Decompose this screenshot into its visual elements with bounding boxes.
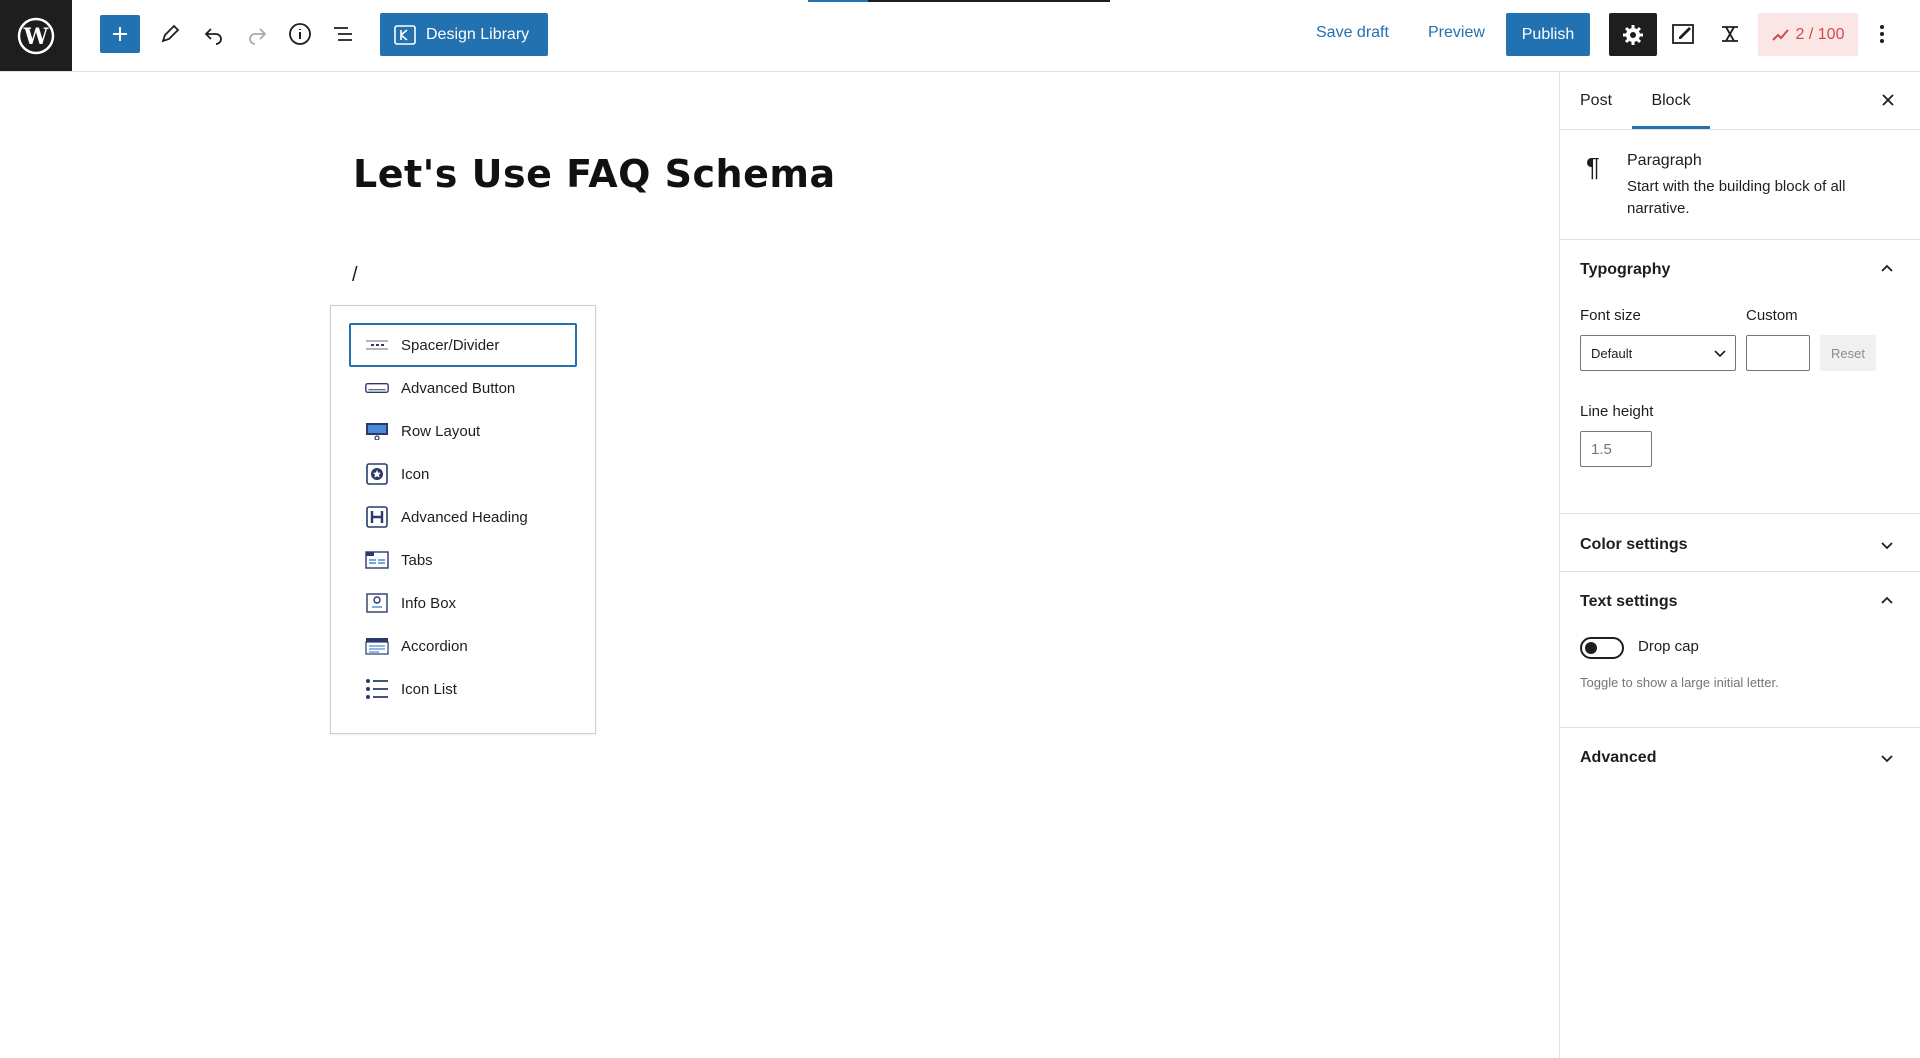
inserter-item-icon-list[interactable]: Icon List xyxy=(349,667,577,711)
wordpress-logo-icon[interactable]: W xyxy=(0,0,72,71)
publish-button[interactable]: Publish xyxy=(1506,13,1590,56)
paragraph-icon: ¶ xyxy=(1586,152,1600,182)
chevron-up-icon[interactable] xyxy=(1878,260,1896,278)
inserter-item-info-box[interactable]: Info Box xyxy=(349,581,577,625)
tabs-icon xyxy=(365,550,389,570)
advanced-panel-toggle[interactable]: Advanced xyxy=(1580,749,1656,767)
preview-button[interactable]: Preview xyxy=(1428,24,1485,42)
kadence-icon xyxy=(394,24,416,45)
divider xyxy=(1560,129,1920,130)
post-title[interactable]: Let's Use FAQ Schema xyxy=(353,152,836,196)
tab-post[interactable]: Post xyxy=(1580,72,1612,130)
inserter-item-label: Tabs xyxy=(401,551,433,569)
close-icon xyxy=(1882,94,1894,106)
seo-score-button[interactable]: 2 / 100 xyxy=(1758,13,1858,56)
divider xyxy=(1560,571,1920,572)
custom-size-label: Custom xyxy=(1746,307,1798,324)
line-height-input[interactable]: 1.5 xyxy=(1580,431,1652,467)
chevron-down-icon xyxy=(1714,350,1726,358)
inserter-item-accordion[interactable]: Accordion xyxy=(349,624,577,668)
font-size-select[interactable]: Default xyxy=(1580,335,1736,371)
editor-canvas[interactable]: Let's Use FAQ Schema / Spacer/Divider Ad… xyxy=(0,72,1559,1058)
line-height-label: Line height xyxy=(1580,403,1654,420)
list-view-icon xyxy=(334,27,352,41)
add-block-button[interactable] xyxy=(100,15,140,53)
spacer-divider-icon xyxy=(365,335,389,355)
drop-cap-label: Drop cap xyxy=(1638,638,1699,655)
inserter-item-label: Spacer/Divider xyxy=(401,336,500,354)
icon-list-icon xyxy=(365,679,389,699)
inserter-item-icon[interactable]: Icon xyxy=(349,452,577,496)
accordion-icon xyxy=(365,636,389,656)
undo-button[interactable] xyxy=(194,14,234,54)
seo-score-label: 2 / 100 xyxy=(1795,25,1845,43)
editor-styles-button[interactable] xyxy=(1664,14,1704,54)
settings-button[interactable] xyxy=(1609,13,1657,56)
progress-bar-fill xyxy=(808,0,868,2)
info-icon xyxy=(289,23,311,45)
drop-cap-help-text: Toggle to show a large initial letter. xyxy=(1580,675,1779,690)
icon-block-icon xyxy=(365,463,389,485)
inserter-item-spacer-divider[interactable]: Spacer/Divider xyxy=(349,323,577,367)
kadence-tools-button[interactable] xyxy=(1710,14,1750,54)
divider xyxy=(1560,513,1920,514)
text-settings-panel-toggle[interactable]: Text settings xyxy=(1580,593,1678,611)
chevron-up-icon[interactable] xyxy=(1878,592,1896,610)
vertical-ellipsis-icon xyxy=(1880,25,1884,43)
paragraph-block[interactable]: / xyxy=(352,264,358,287)
tab-block[interactable]: Block xyxy=(1632,72,1710,130)
rocket-icon xyxy=(1771,28,1789,41)
editor-toolbar: W Design Library Save draft Preview Publ… xyxy=(0,0,1920,72)
advanced-heading-icon xyxy=(365,506,389,528)
divider xyxy=(1560,727,1920,728)
typography-panel-toggle[interactable]: Typography xyxy=(1580,261,1670,279)
block-card-description: Start with the building block of all nar… xyxy=(1627,178,1846,217)
inserter-item-tabs[interactable]: Tabs xyxy=(349,538,577,582)
more-options-button[interactable] xyxy=(1862,14,1902,54)
undo-icon xyxy=(204,28,222,45)
list-view-button[interactable] xyxy=(323,14,363,54)
gear-icon xyxy=(1623,24,1643,45)
plus-icon xyxy=(113,27,127,41)
row-layout-icon xyxy=(365,421,389,441)
chevron-down-icon[interactable] xyxy=(1878,749,1896,767)
font-size-label: Font size xyxy=(1580,307,1641,324)
edit-screen-icon xyxy=(1672,24,1694,44)
close-sidebar-button[interactable] xyxy=(1876,88,1900,112)
reset-font-size-button[interactable]: Reset xyxy=(1820,335,1876,371)
inserter-item-label: Row Layout xyxy=(401,422,481,440)
inserter-item-label: Advanced Heading xyxy=(401,508,528,526)
advanced-button-icon xyxy=(365,378,389,398)
redo-icon xyxy=(249,28,267,45)
inserter-item-label: Icon List xyxy=(401,680,457,698)
custom-font-size-input[interactable] xyxy=(1746,335,1810,371)
settings-sidebar: Post Block ¶ Paragraph Start with the bu… xyxy=(1559,72,1920,1058)
edit-tools-button[interactable] xyxy=(150,14,190,54)
drop-cap-toggle[interactable] xyxy=(1580,637,1624,659)
color-settings-panel-toggle[interactable]: Color settings xyxy=(1580,536,1688,554)
divider xyxy=(1560,239,1920,240)
chevron-down-icon[interactable] xyxy=(1878,536,1896,554)
inserter-item-label: Accordion xyxy=(401,637,468,655)
redo-button[interactable] xyxy=(237,14,277,54)
pencil-icon xyxy=(161,24,180,43)
inserter-item-label: Info Box xyxy=(401,594,457,612)
slash-inserter-popover: Spacer/Divider Advanced Button Row Layou… xyxy=(330,305,596,734)
kadence-controls-icon xyxy=(1722,26,1738,42)
inserter-item-label: Advanced Button xyxy=(401,379,516,397)
svg-text:W: W xyxy=(23,24,49,50)
font-size-value: Default xyxy=(1591,345,1633,361)
block-card-title: Paragraph xyxy=(1627,152,1702,169)
details-button[interactable] xyxy=(280,14,320,54)
save-draft-button[interactable]: Save draft xyxy=(1316,24,1389,42)
inserter-item-advanced-heading[interactable]: Advanced Heading xyxy=(349,495,577,539)
info-box-icon xyxy=(365,593,389,613)
inserter-item-row-layout[interactable]: Row Layout xyxy=(349,409,577,453)
inserter-item-label: Icon xyxy=(401,465,430,483)
inserter-item-advanced-button[interactable]: Advanced Button xyxy=(349,366,577,410)
design-library-label: Design Library xyxy=(426,25,530,43)
design-library-button[interactable]: Design Library xyxy=(380,13,548,56)
